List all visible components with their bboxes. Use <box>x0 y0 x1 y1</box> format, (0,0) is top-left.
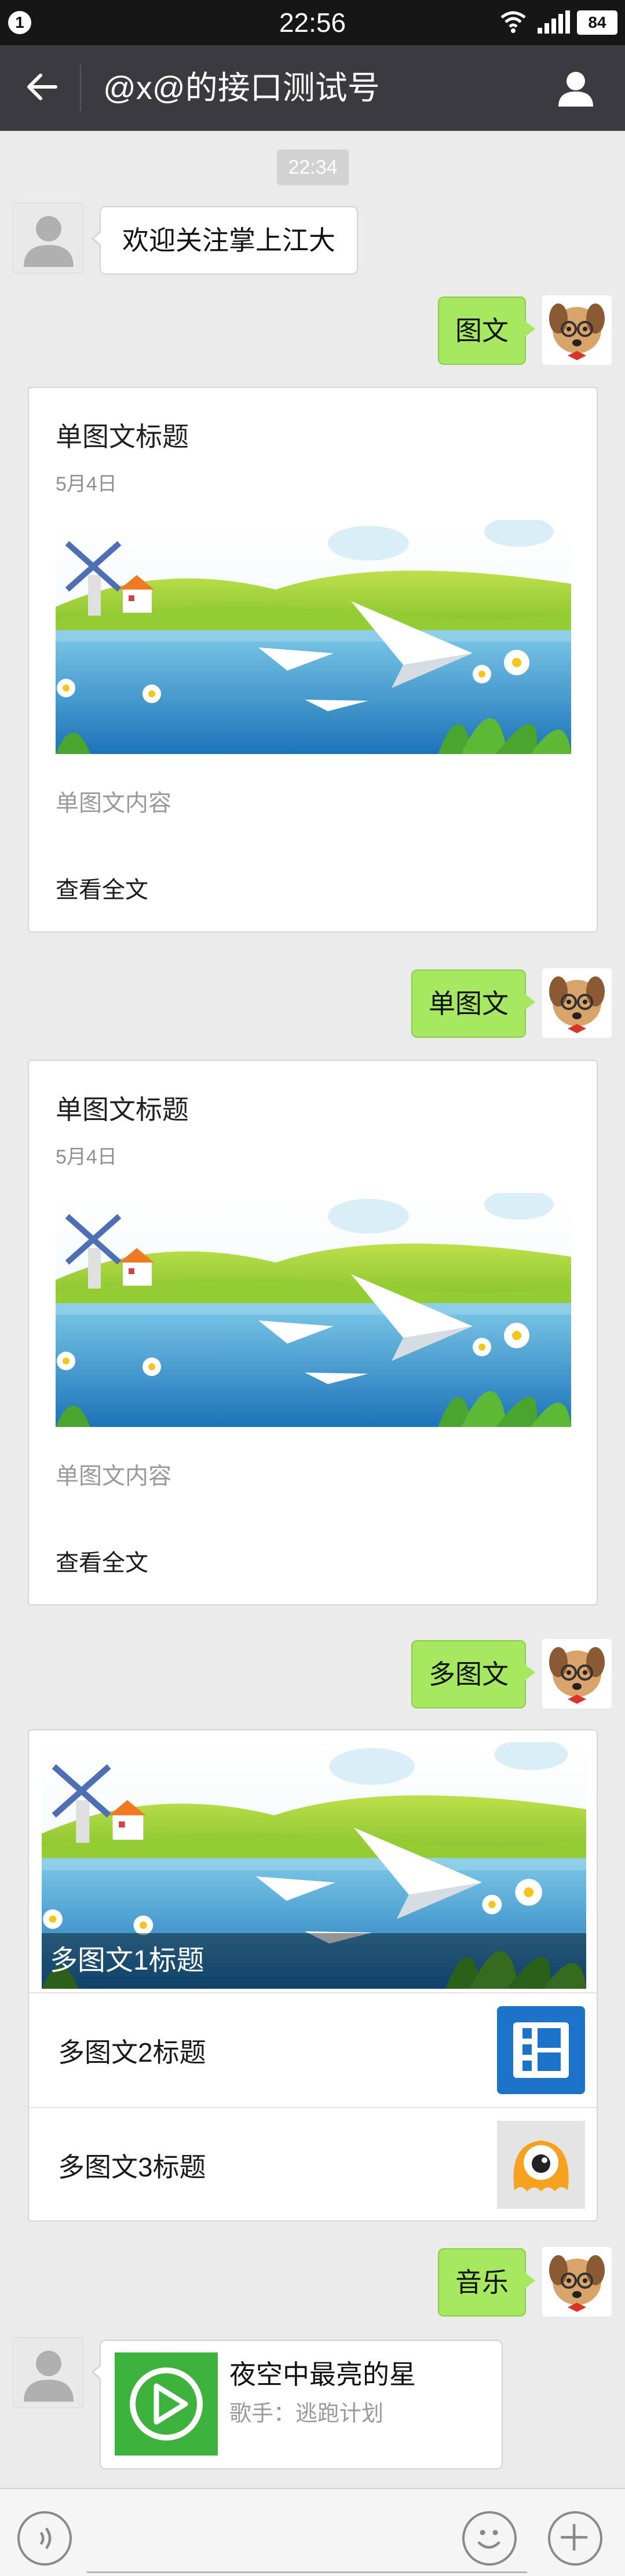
user-avatar[interactable] <box>542 2247 612 2317</box>
article-description: 单图文内容 <box>56 791 171 816</box>
music-message[interactable]: 夜空中最亮的星 歌手：逃跑计划 <box>92 2340 503 2469</box>
input-bar <box>0 2488 625 2576</box>
official-account-avatar[interactable] <box>13 2337 83 2408</box>
emoji-icon[interactable] <box>462 2511 517 2566</box>
read-more-link[interactable]: 查看全文 <box>56 1544 148 1578</box>
user-avatar[interactable] <box>542 1639 612 1708</box>
page-title: @x@的接口测试号 <box>103 69 380 106</box>
article-date: 5月4日 <box>56 473 117 495</box>
user-avatar[interactable] <box>542 968 612 1038</box>
article-cover-image <box>56 1193 571 1427</box>
dog-avatar-icon <box>542 1639 612 1708</box>
dog-avatar-icon <box>542 968 612 1038</box>
nav-bar: @x@的接口测试号 <box>0 45 625 131</box>
article-description: 单图文内容 <box>56 1463 171 1489</box>
article-date: 5月4日 <box>56 1146 117 1168</box>
battery-indicator: 84 <box>577 10 617 35</box>
dog-avatar-icon <box>542 295 612 365</box>
single-article-card[interactable]: 单图文标题 5月4日 单图文内容 查看全文 <box>28 387 598 932</box>
user-message-2[interactable]: 单图文 <box>411 969 535 1038</box>
song-artist: 歌手：逃跑计划 <box>229 2402 384 2426</box>
arrow-left-icon[interactable] <box>23 68 60 105</box>
clock: 22:56 <box>279 8 346 38</box>
message-input[interactable] <box>87 2571 527 2573</box>
multi-article-cover[interactable]: 多图文1标题 <box>42 1742 586 1989</box>
plus-icon[interactable] <box>548 2511 602 2566</box>
user-message-3[interactable]: 多图文 <box>411 1640 535 1708</box>
film-icon <box>497 2006 585 2094</box>
default-avatar-icon <box>24 2351 74 2402</box>
message-timestamp: 22:34 <box>277 149 349 185</box>
multi-article-item[interactable]: 多图文2标题 <box>29 1992 597 2107</box>
dog-avatar-icon <box>542 2247 612 2317</box>
multi-article-item[interactable]: 多图文3标题 <box>29 2107 597 2222</box>
article-title: 单图文标题 <box>56 1095 189 1125</box>
one-eyed-monster-icon <box>497 2121 585 2209</box>
read-more-link[interactable]: 查看全文 <box>56 871 148 905</box>
play-icon[interactable] <box>115 2352 218 2456</box>
user-avatar[interactable] <box>542 295 612 365</box>
user-message-1[interactable]: 图文 <box>438 297 535 365</box>
user-message-4[interactable]: 音乐 <box>438 2248 535 2317</box>
wifi-icon <box>500 11 526 33</box>
single-article-card[interactable]: 单图文标题 5月4日 单图文内容 查看全文 <box>28 1060 598 1605</box>
welcome-message[interactable]: 欢迎关注掌上江大 <box>92 206 358 275</box>
multi-article-card: 多图文1标题 多图文2标题 多图文3标题 <box>28 1729 598 2222</box>
article-title: 单图文标题 <box>56 422 189 452</box>
official-account-avatar[interactable] <box>13 203 83 273</box>
status-bar: 1 22:56 84 <box>0 0 625 45</box>
nav-divider <box>80 65 81 111</box>
signal-icon <box>538 10 570 34</box>
article-item-title: 多图文2标题 <box>58 2037 206 2068</box>
voice-icon[interactable] <box>17 2511 72 2566</box>
cover-article-title: 多图文1标题 <box>42 1933 586 1989</box>
person-icon[interactable] <box>556 68 595 108</box>
default-avatar-icon <box>24 216 74 267</box>
article-item-title: 多图文3标题 <box>58 2152 206 2182</box>
article-cover-image <box>56 520 571 754</box>
song-title: 夜空中最亮的星 <box>229 2359 416 2390</box>
